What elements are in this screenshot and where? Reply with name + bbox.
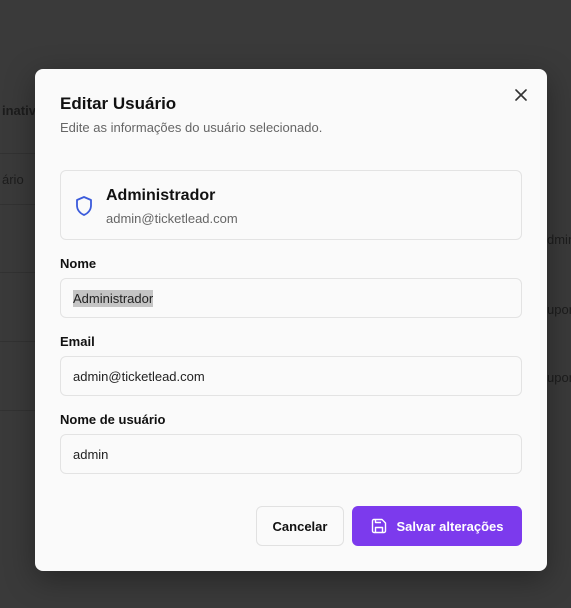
username-label: Nome de usuário: [60, 412, 166, 427]
name-label: Nome: [60, 256, 97, 271]
user-name: Administrador: [106, 187, 216, 204]
bg-divider: [0, 341, 35, 342]
bg-divider: [0, 272, 35, 273]
edit-user-dialog: Editar Usuário Edite as informações do u…: [35, 69, 547, 571]
bg-text-inativ: inativ: [2, 103, 36, 118]
user-email: admin@ticketlead.com: [106, 211, 238, 226]
name-field-value: Administrador: [73, 289, 154, 307]
bg-text-upor-2: upor: [547, 370, 571, 385]
email-label: Email: [60, 334, 95, 349]
bg-text-dmin: dmin: [547, 232, 571, 247]
bg-text-upor: upor: [547, 302, 571, 317]
dialog-title: Editar Usuário: [60, 94, 177, 113]
bg-text-ario: ário: [2, 172, 24, 187]
close-button[interactable]: [512, 86, 530, 104]
email-field[interactable]: [60, 356, 522, 396]
bg-divider: [0, 410, 35, 411]
name-field[interactable]: Administrador: [60, 278, 522, 318]
close-icon: [515, 89, 527, 101]
username-field[interactable]: [60, 434, 522, 474]
save-icon: [371, 518, 387, 534]
cancel-button[interactable]: Cancelar: [256, 506, 344, 546]
user-summary-card: Administrador admin@ticketlead.com: [60, 170, 522, 240]
save-changes-button[interactable]: Salvar alterações: [352, 506, 522, 546]
bg-divider: [0, 153, 35, 154]
save-button-label: Salvar alterações: [396, 518, 504, 534]
shield-icon: [76, 196, 92, 216]
dialog-subtitle: Edite as informações do usuário selecion…: [60, 120, 323, 135]
bg-divider: [0, 204, 35, 205]
